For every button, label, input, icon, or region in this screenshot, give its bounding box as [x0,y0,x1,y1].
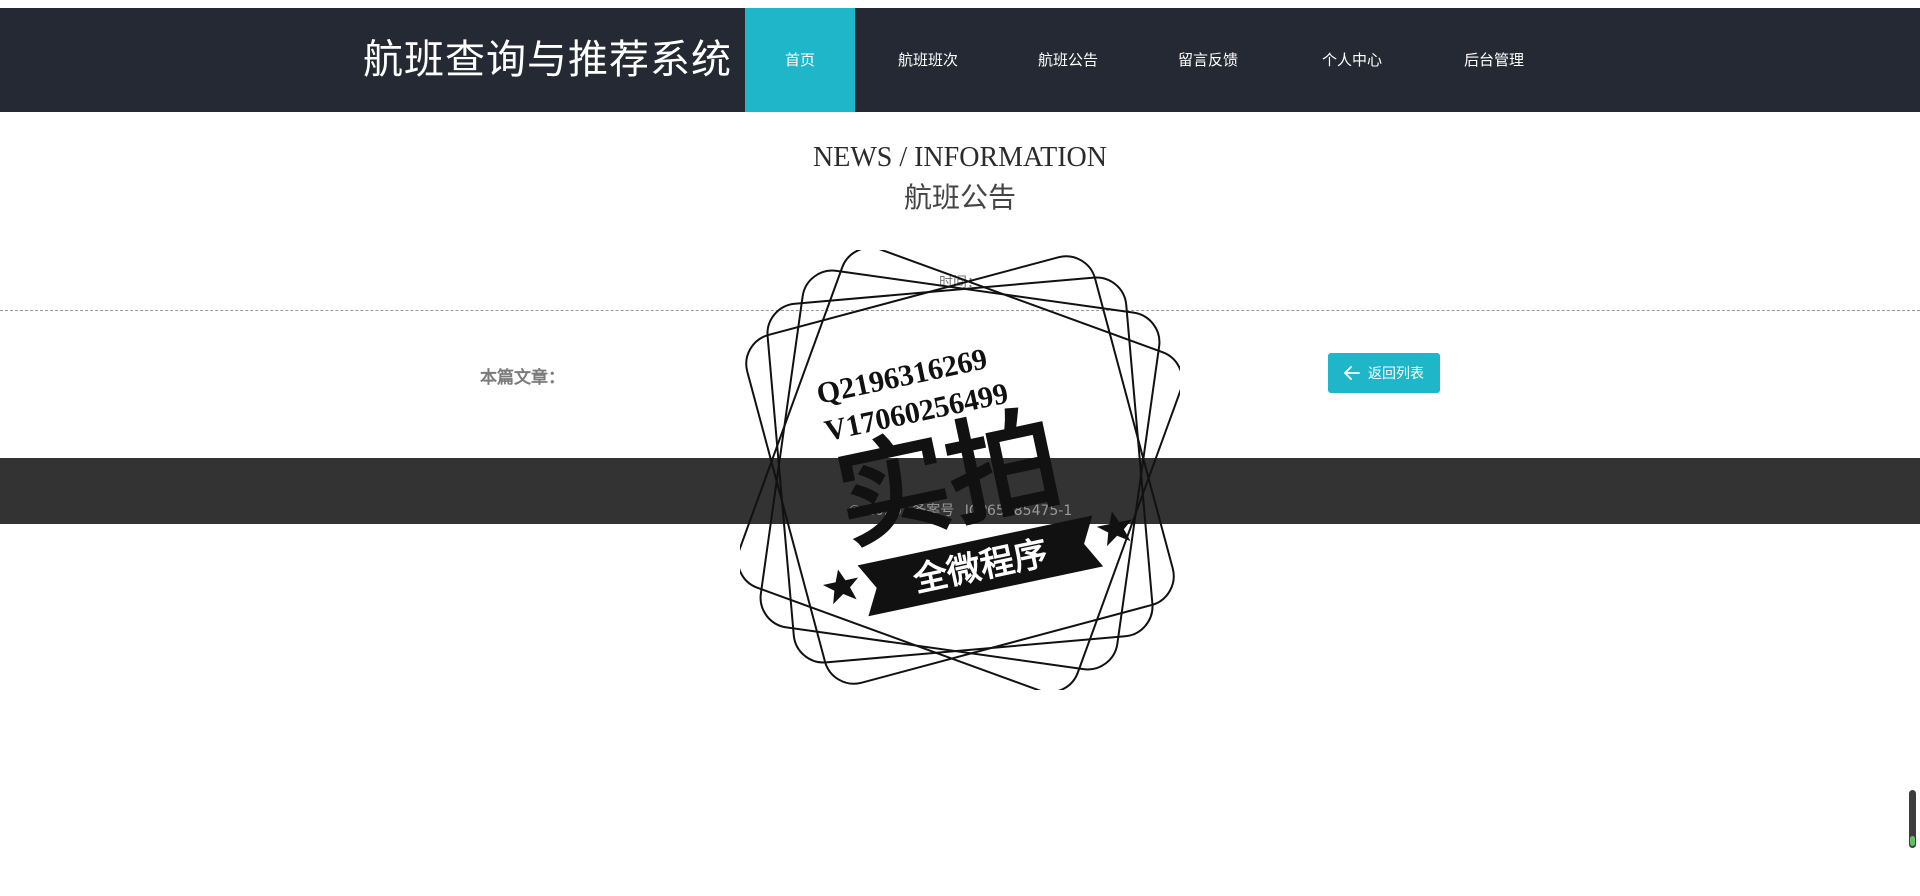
footer-copyright: © 2020 [847,503,902,519]
nav-announcements[interactable]: 航班公告 [1010,8,1126,112]
stamp-contact-q: Q2196316269 [814,342,990,410]
site-title: 航班查询与推荐系统 [363,37,732,83]
nav-profile[interactable]: 个人中心 [1294,8,1410,112]
nav-home[interactable]: 首页 [745,8,855,112]
arrow-left-icon [1344,366,1360,380]
section-title-cn: 航班公告 [903,181,1016,214]
scrollbar[interactable] [1909,790,1916,848]
nav-flights[interactable]: 航班班次 [870,8,986,112]
site-header: 航班查询与推荐系统 首页 航班班次 航班公告 留言反馈 个人中心 后台管理 [0,8,1920,112]
top-strip [0,0,1920,8]
star-icon [822,569,859,605]
footer-record-number: ICP65985475-1 [964,503,1073,519]
stamp-contact-v: V17060256499 [822,377,1011,448]
nav-admin[interactable]: 后台管理 [1436,8,1552,112]
this-article-label: 本篇文章： [480,368,565,388]
footer: © 2020 备案号 ICP65985475-1 [0,458,1920,524]
back-to-list-button[interactable]: 返回列表 [1328,353,1440,393]
divider [0,310,1920,311]
stamp-ribbon-text: 全微程序 [909,533,1051,601]
nav-feedback[interactable]: 留言反馈 [1150,8,1266,112]
back-to-list-label: 返回列表 [1368,366,1424,382]
section-title-en: NEWS / INFORMATION [813,142,1107,173]
footer-record-label: 备案号 [912,503,955,519]
article-time: 时间： [939,275,981,291]
footer-text: © 2020 备案号 ICP65985475-1 [0,500,1920,520]
